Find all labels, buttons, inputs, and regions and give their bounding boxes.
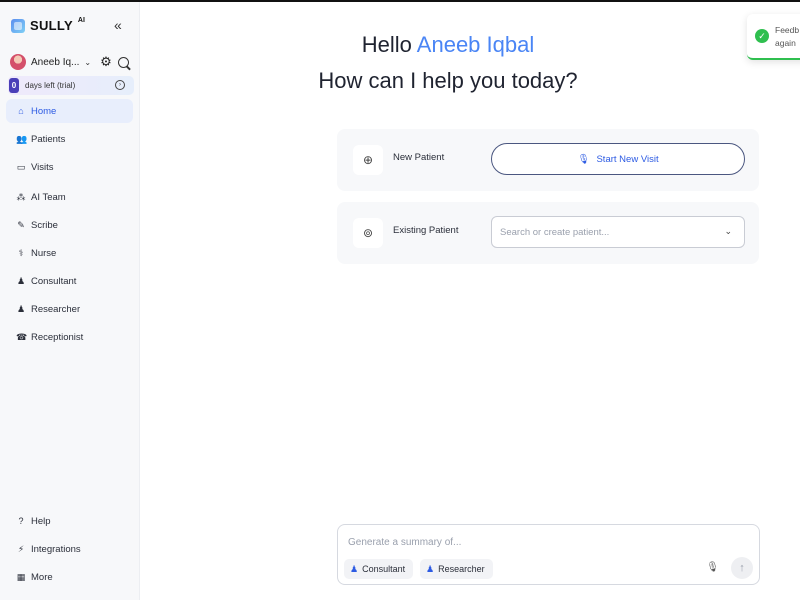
brand-logo[interactable]: SULLY AI — [11, 17, 85, 33]
sidebar-item-more[interactable]: ▦ More — [6, 565, 133, 589]
search-user-icon: ⊚ — [353, 218, 383, 248]
new-patient-title: New Patient — [393, 152, 445, 163]
receptionist-icon: ☎ — [16, 331, 28, 342]
chevron-down-icon: ⌄ — [724, 226, 732, 236]
users-icon: 👥 — [16, 133, 28, 144]
home-icon: ⌂ — [18, 106, 24, 116]
greeting-user-name: Aneeb Iqbal — [416, 32, 535, 57]
add-user-icon: ⊕ — [353, 145, 383, 175]
microphone-icon: 🎙 — [577, 153, 590, 165]
consultant-icon: ♟ — [16, 275, 26, 286]
sidebar-item-label: Integrations — [31, 543, 81, 555]
sidebar-item-patients[interactable]: 👥 Patients — [6, 127, 133, 151]
chevron-down-icon[interactable]: ⌄ — [84, 58, 91, 67]
prompt-composer[interactable]: Generate a summary of... ♟ Consultant ♟ … — [337, 524, 760, 585]
sidebar-item-nurse[interactable]: ⚕ Nurse — [6, 241, 133, 265]
sidebar-item-help[interactable]: ? Help — [6, 509, 133, 533]
consultant-icon: ♟ — [350, 563, 359, 574]
start-new-visit-button[interactable]: 🎙 Start New Visit — [491, 143, 745, 175]
help-icon: ? — [18, 516, 24, 526]
sidebar-item-researcher[interactable]: ♟ Researcher — [6, 297, 133, 321]
sidebar-item-integrations[interactable]: ⚡ Integrations — [6, 537, 133, 561]
scribe-icon: ✎ — [17, 219, 25, 230]
sidebar-item-label: Researcher — [31, 303, 81, 315]
search-icon[interactable] — [117, 56, 129, 68]
greeting-question: How can I help you today? — [318, 68, 578, 93]
check-icon: ✓ — [755, 29, 769, 43]
brand-ai-sup: AI — [77, 17, 85, 24]
sidebar-item-label: Scribe — [31, 219, 58, 231]
microphone-icon[interactable]: 🎙 — [706, 562, 719, 573]
user-name[interactable]: Aneeb Iq... — [31, 57, 79, 68]
sidebar-item-visits[interactable]: ▭ Visits — [6, 155, 133, 179]
sidebar-item-label: More — [31, 571, 53, 583]
existing-patient-card: ⊚ Existing Patient Search or create pati… — [337, 202, 759, 264]
grid-icon: ▦ — [16, 571, 26, 582]
sidebar-item-scribe[interactable]: ✎ Scribe — [6, 213, 133, 237]
nurse-icon: ⚕ — [18, 247, 24, 258]
sidebar-item-label: Visits — [31, 161, 54, 173]
existing-patient-title: Existing Patient — [393, 225, 459, 236]
sidebar-item-home[interactable]: ⌂ Home — [6, 99, 133, 123]
researcher-chip[interactable]: ♟ Researcher — [420, 559, 493, 579]
start-new-visit-label: Start New Visit — [596, 153, 659, 165]
team-icon: ⁂ — [16, 191, 26, 202]
researcher-icon: ♟ — [16, 303, 26, 314]
sidebar-item-consultant[interactable]: ♟ Consultant — [6, 269, 133, 293]
prompt-input[interactable]: Generate a summary of... — [348, 537, 461, 548]
toast-text: Feedb again — [775, 25, 800, 48]
sidebar-item-receptionist[interactable]: ☎ Receptionist — [6, 325, 133, 349]
feedback-toast: ✓ Feedb again — [747, 14, 800, 60]
greeting-line: Hello Aneeb Iqbal — [0, 32, 800, 58]
researcher-icon: ♟ — [426, 563, 435, 574]
plug-icon: ⚡ — [17, 543, 25, 554]
sidebar-item-label: Consultant — [31, 275, 77, 287]
calendar-icon: ▭ — [16, 161, 26, 172]
sidebar-item-ai-team[interactable]: ⁂ AI Team — [6, 185, 133, 209]
chevrons-left-icon[interactable]: « — [114, 18, 122, 32]
consultant-chip-label: Consultant — [362, 564, 406, 574]
patient-search-select[interactable]: Search or create patient... ⌄ — [491, 216, 745, 248]
greeting-hello: Hello — [361, 32, 412, 57]
sidebar-item-label: Home — [31, 105, 57, 117]
brand-name: SULLY — [30, 18, 73, 33]
sully-logo-icon — [11, 18, 25, 33]
sidebar-item-label: Patients — [31, 133, 66, 145]
new-patient-card: ⊕ New Patient 🎙 Start New Visit — [337, 129, 759, 191]
researcher-chip-label: Researcher — [438, 564, 485, 574]
sidebar-item-label: Help — [31, 515, 51, 527]
send-button[interactable]: ↑ — [731, 557, 753, 579]
patient-search-placeholder: Search or create patient... — [500, 226, 610, 238]
consultant-chip[interactable]: ♟ Consultant — [344, 559, 414, 579]
sidebar-item-label: Receptionist — [31, 331, 84, 343]
sidebar-item-label: AI Team — [31, 191, 66, 203]
sidebar-item-label: Nurse — [31, 247, 57, 259]
